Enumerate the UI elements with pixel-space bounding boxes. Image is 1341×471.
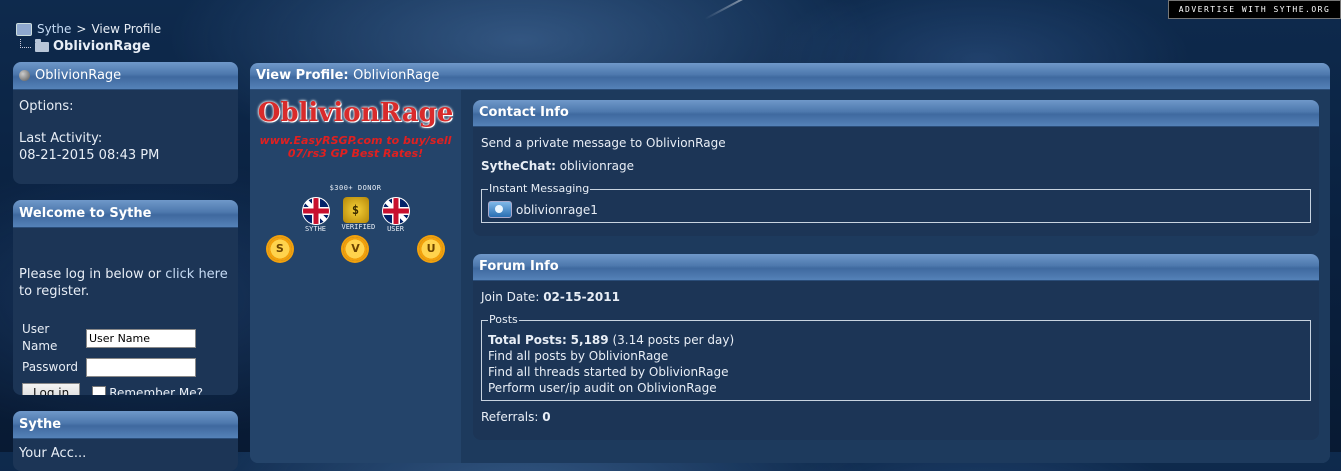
forum-info-panel: Forum Info Join Date: 02-15-2011 Posts T…: [473, 254, 1319, 440]
advertise-banner[interactable]: ADVERTISE WITH SYTHE.ORG: [1168, 0, 1341, 19]
user-status-title: OblivionRage: [35, 68, 122, 83]
password-input[interactable]: [86, 358, 196, 377]
welcome-header: Welcome to Sythe: [13, 200, 238, 228]
tree-connector-icon: [20, 39, 31, 48]
view-profile-panel: View Profile: OblivionRage OblivionRage …: [250, 63, 1330, 463]
breadcrumb-current: View Profile: [91, 22, 162, 36]
join-date-label: Join Date:: [481, 290, 540, 304]
username-label: User Name: [22, 322, 58, 353]
verified-badge-label: VERIFIED: [341, 223, 376, 231]
verified-badge: $ VERIFIED: [341, 197, 376, 233]
sythe-badge: SYTHE: [301, 197, 330, 233]
gold-coins-icon: $: [342, 197, 369, 223]
sythe-panel: Sythe Your Acc...: [13, 411, 238, 471]
password-label: Password: [22, 360, 79, 374]
signature-tagline[interactable]: www.EasyRSGP.com to buy/sell 07/rs3 GP B…: [250, 134, 461, 160]
login-button[interactable]: Log in: [22, 383, 81, 395]
sythechat-label: SytheChat:: [481, 159, 556, 173]
posts-legend: Posts: [489, 313, 518, 326]
forum-home-icon[interactable]: [16, 22, 32, 36]
skype-username[interactable]: oblivionrage1: [516, 202, 598, 218]
uk-flag-icon: [381, 197, 410, 225]
username-logo: OblivionRage: [257, 98, 454, 128]
badge-row: SYTHE $ VERIFIED USER: [250, 197, 461, 233]
page-title: OblivionRage: [53, 39, 151, 54]
rank-s-icon: S: [267, 237, 292, 261]
user-badge: USER: [381, 197, 410, 233]
sythe-header: Sythe: [13, 411, 238, 439]
sythe-partial-text[interactable]: Your Acc...: [19, 445, 232, 462]
user-status-header: OblivionRage: [13, 62, 238, 90]
profile-sidebar: OblivionRage www.EasyRSGP.com to buy/sel…: [250, 90, 461, 463]
forum-info-header: Forum Info: [473, 254, 1319, 281]
user-status-panel: OblivionRage Options: Last Activity: 08-…: [13, 62, 238, 184]
view-profile-label: View Profile:: [256, 68, 349, 83]
total-posts-value: 5,189: [570, 333, 609, 347]
private-message-link[interactable]: Send a private message to OblivionRage: [481, 135, 1311, 151]
instant-messaging-fieldset: Instant Messaging oblivionrage1: [481, 181, 1311, 223]
offline-status-icon: [19, 70, 30, 81]
options-label: Options:: [19, 99, 74, 114]
username-input[interactable]: [86, 328, 196, 348]
profile-content: Contact Info Send a private message to O…: [461, 90, 1330, 463]
user-badge-label: USER: [387, 225, 404, 233]
tagline-line-2: 07/rs3 GP Best Rates!: [287, 147, 424, 160]
remember-me[interactable]: Remember Me?: [92, 385, 203, 396]
join-date-value: 02-15-2011: [543, 290, 620, 304]
breadcrumb: Sythe > View Profile OblivionRage: [16, 22, 161, 54]
uk-flag-icon: [301, 197, 330, 225]
tagline-line-1: www.EasyRSGP.com to buy/sell: [259, 134, 452, 147]
sythe-badge-label: SYTHE: [304, 225, 327, 233]
remember-label: Remember Me?: [109, 385, 203, 396]
rank-u-icon: U: [419, 237, 444, 261]
skype-icon[interactable]: [488, 201, 512, 218]
donor-label: $300+ DONOR: [329, 184, 382, 192]
view-profile-header: View Profile: OblivionRage: [250, 63, 1330, 90]
remember-checkbox[interactable]: [92, 386, 107, 395]
rank-v-icon: V: [343, 237, 368, 261]
welcome-text-post: to register.: [19, 284, 90, 299]
register-link[interactable]: click here: [165, 267, 227, 282]
sythechat-value: oblivionrage: [559, 159, 634, 173]
last-activity-label: Last Activity:: [19, 131, 103, 146]
last-activity-value: 08-21-2015 08:43 PM: [19, 148, 160, 163]
breadcrumb-separator: >: [76, 22, 87, 36]
background-streak: [704, 0, 785, 20]
view-profile-name: OblivionRage: [353, 68, 440, 83]
posts-fieldset: Posts Total Posts: 5,189 (3.14 posts per…: [481, 312, 1311, 401]
breadcrumb-root-link[interactable]: Sythe: [37, 22, 71, 36]
contact-info-panel: Contact Info Send a private message to O…: [473, 100, 1319, 236]
user-ip-audit-link[interactable]: Perform user/ip audit on OblivionRage: [488, 380, 1304, 396]
welcome-panel: Welcome to Sythe Please log in below or …: [13, 200, 238, 395]
total-posts-label: Total Posts:: [488, 333, 567, 347]
welcome-text: Please log in below or click here to reg…: [19, 266, 232, 300]
find-posts-link[interactable]: Find all posts by OblivionRage: [488, 348, 1304, 364]
referrals-label: Referrals:: [481, 410, 539, 424]
referrals-value: 0: [542, 410, 551, 424]
find-threads-link[interactable]: Find all threads started by OblivionRage: [488, 364, 1304, 380]
contact-info-header: Contact Info: [473, 100, 1319, 127]
rank-row: S V U: [250, 237, 461, 261]
instant-messaging-legend: Instant Messaging: [489, 182, 590, 195]
posts-per-day: (3.14 posts per day): [612, 333, 735, 347]
welcome-text-pre: Please log in below or: [19, 267, 166, 282]
folder-icon: [35, 38, 49, 52]
